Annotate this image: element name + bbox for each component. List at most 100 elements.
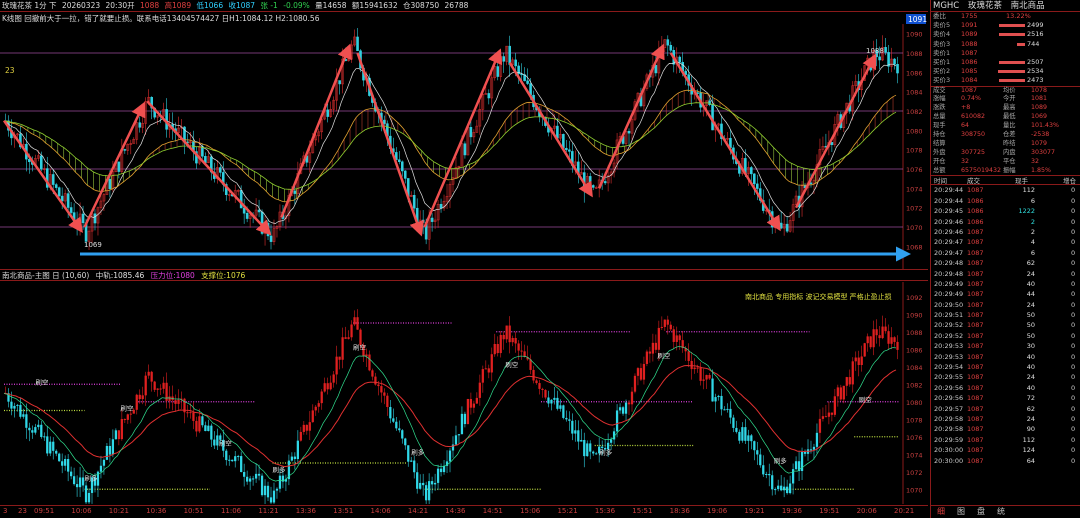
stat-cell: 最低	[1003, 113, 1016, 121]
indicator-candle	[425, 485, 428, 501]
price-tick-label: 1090	[906, 31, 923, 39]
kline-candle	[669, 44, 673, 51]
indicator-candle	[404, 438, 407, 446]
indicator-candle	[860, 356, 863, 366]
kline-candle	[400, 161, 404, 172]
main-kline-chart[interactable]: K线图 回撤前大于一拉，错了就要止损。联系电话13404574427 日H1:1…	[0, 12, 928, 270]
indicator-candle	[711, 378, 714, 402]
indicator-candle	[350, 324, 353, 338]
stat-cell: 平仓	[1003, 157, 1016, 165]
kline-candle	[514, 59, 517, 67]
panel-tab[interactable]: 盘	[977, 507, 985, 516]
tick-cell: 1087	[967, 435, 984, 444]
bid-row: 买价2 1085 2534	[931, 67, 1080, 76]
indicator-candle	[765, 473, 768, 475]
kline-candle	[242, 207, 246, 214]
tick-cell: 44	[1026, 290, 1035, 299]
indicator-candle	[58, 453, 61, 462]
stat-cell: 1069	[1031, 113, 1048, 121]
tick-cell: 1087	[967, 415, 984, 423]
tick-cell: 0	[1071, 207, 1076, 216]
kline-candle	[412, 195, 416, 209]
panel-tab[interactable]: 图	[957, 507, 965, 516]
tick-cell: 64	[1026, 456, 1035, 465]
indicator-svg[interactable]: 1092 1090 1088 1086 1084 1082 1080 1078 1076 1074…	[0, 282, 928, 511]
kline-candle	[326, 109, 329, 117]
indicator-candle	[308, 422, 311, 431]
indicator-candle	[398, 428, 401, 431]
indicator-candle	[67, 459, 70, 472]
indicator-candle	[410, 460, 413, 462]
kline-candle	[338, 80, 341, 85]
indicator-chart[interactable]: 1092 1090 1088 1086 1084 1082 1080 1078 1076 1074…	[0, 282, 928, 511]
ob-qty: 2516	[1027, 30, 1044, 39]
kline-candle	[356, 36, 359, 51]
ob-qty: 2507	[1027, 57, 1044, 66]
indicator-candle	[380, 386, 383, 393]
indicator-candle	[389, 407, 392, 419]
kline-candle	[54, 184, 58, 188]
stat-cell: 量比	[1003, 122, 1016, 130]
indicator-candle	[505, 325, 508, 340]
indicator-candle	[266, 485, 270, 498]
indicator-candle	[246, 476, 249, 482]
tick-cell: 20:29:52	[934, 331, 964, 340]
stat-cell: 6575019432	[961, 166, 1002, 174]
indicator-candle	[105, 445, 109, 460]
indicator-candle	[442, 465, 446, 473]
panel-tab[interactable]: 统	[997, 507, 1005, 516]
indicator-candle	[395, 421, 398, 429]
indicator-candle	[52, 441, 55, 451]
indicator-candle	[329, 382, 332, 390]
panel-tab[interactable]: 细	[937, 507, 945, 516]
indicator-candle	[544, 389, 547, 398]
indicator-candle	[514, 337, 517, 344]
tick-cell: 20:29:51	[934, 311, 964, 320]
tick-row: 20:29:56 1087 72 0	[931, 393, 1080, 403]
indicator-candle	[645, 351, 649, 364]
time-tick-label: 13:51	[333, 507, 354, 515]
stat-cell: 610082	[961, 113, 986, 121]
stat-cell: 昨结	[1003, 139, 1016, 147]
quote-header-bar: 玫瑰花茶 1分 下 20260323 20:30开 1088 高1089 低10…	[0, 0, 928, 12]
tick-cell: 24	[1026, 373, 1035, 382]
tick-cell: 0	[1071, 290, 1076, 299]
tick-cell: 90	[1026, 425, 1035, 434]
indicator-candle	[568, 419, 571, 421]
tick-cell: 20:29:55	[934, 373, 964, 382]
ticks-header: 时间 成交 现手 增仓	[931, 175, 1080, 186]
indicator-candle	[541, 388, 544, 390]
price-tick-label: 1080	[906, 127, 923, 135]
stat-cell: 307725	[961, 148, 986, 156]
signal-label: 刷空	[505, 360, 519, 369]
tick-cell: 20:29:46	[934, 217, 964, 226]
indicator-candle	[28, 427, 31, 431]
indicator-candle	[878, 335, 881, 339]
tick-cell: 0	[1071, 279, 1076, 288]
indicator-candle	[141, 395, 144, 400]
kline-svg[interactable]: K线图 回撤前大于一拉，错了就要止损。联系电话13404574427 日H1:1…	[0, 12, 928, 270]
ask-row: 卖价5 1091 2499	[931, 21, 1080, 30]
indicator-candle	[46, 436, 49, 454]
indicator-candle	[457, 434, 461, 436]
kline-left-label: 23	[5, 66, 15, 75]
indicator-candle	[22, 414, 25, 417]
kline-candle	[397, 159, 401, 163]
time-tick-label: 14:36	[445, 507, 466, 515]
stat-cell: 1081	[1031, 95, 1048, 103]
stat-row: 涨幅 0.74% 今开 1081	[931, 95, 1080, 104]
tick-cell: 40	[1026, 279, 1035, 288]
indicator-candle	[341, 337, 344, 360]
indicator-candle	[278, 475, 282, 489]
indicator-candle	[669, 324, 672, 330]
time-tick-label: 10:36	[146, 507, 167, 515]
ob-label: 委比	[933, 12, 946, 20]
stat-row: 持仓 308750 仓差 -2538	[931, 131, 1080, 140]
kline-candle	[138, 122, 142, 128]
tick-cell: 0	[1071, 425, 1076, 434]
indicator-candle	[517, 343, 520, 351]
indicator-candle	[162, 382, 165, 389]
ticks-list[interactable]: 20:29:44 1087 112 0 20:29:44 1086 6 0 20:29:45 10…	[931, 185, 1080, 466]
tick-cell: 0	[1071, 404, 1076, 413]
tick-row: 20:29:51 1087 50 0	[931, 310, 1080, 320]
